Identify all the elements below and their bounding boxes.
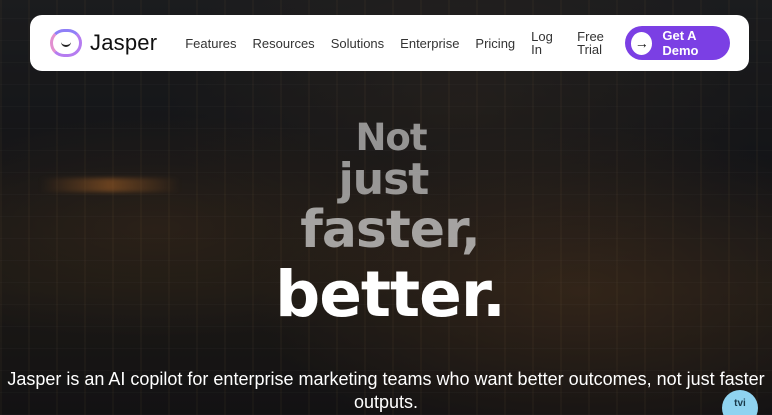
hero-subtext: Jasper is an AI copilot for enterprise m… [7, 369, 765, 412]
nav-link-solutions[interactable]: Solutions [331, 36, 384, 51]
nav-link-resources[interactable]: Resources [253, 36, 315, 51]
brand-logo-link[interactable]: Jasper [50, 29, 157, 57]
headline-line-better: better. [275, 258, 506, 331]
arrow-right-icon: → [631, 31, 653, 55]
nav-link-enterprise[interactable]: Enterprise [400, 36, 459, 51]
nav-link-pricing[interactable]: Pricing [475, 36, 515, 51]
top-navbar: Jasper Features Resources Solutions Ente… [30, 15, 749, 71]
headline-line-just: just [338, 154, 430, 205]
chat-widget-label: tvi [734, 397, 746, 409]
hero-headline: Not just faster, better. [0, 117, 772, 331]
jasper-logo-icon [50, 29, 82, 57]
logo-smile-shape [61, 42, 71, 47]
get-a-demo-button[interactable]: → Get A Demo [625, 26, 730, 60]
main-nav: Features Resources Solutions Enterprise … [185, 30, 625, 56]
login-link[interactable]: Log In [531, 30, 557, 56]
cta-label: Get A Demo [662, 28, 699, 58]
free-trial-link[interactable]: Free Trial [577, 30, 605, 56]
headline-line-not: Not [355, 116, 427, 159]
headline-line-faster: faster, [300, 200, 481, 260]
nav-link-features[interactable]: Features [185, 36, 236, 51]
brand-name: Jasper [90, 30, 158, 55]
